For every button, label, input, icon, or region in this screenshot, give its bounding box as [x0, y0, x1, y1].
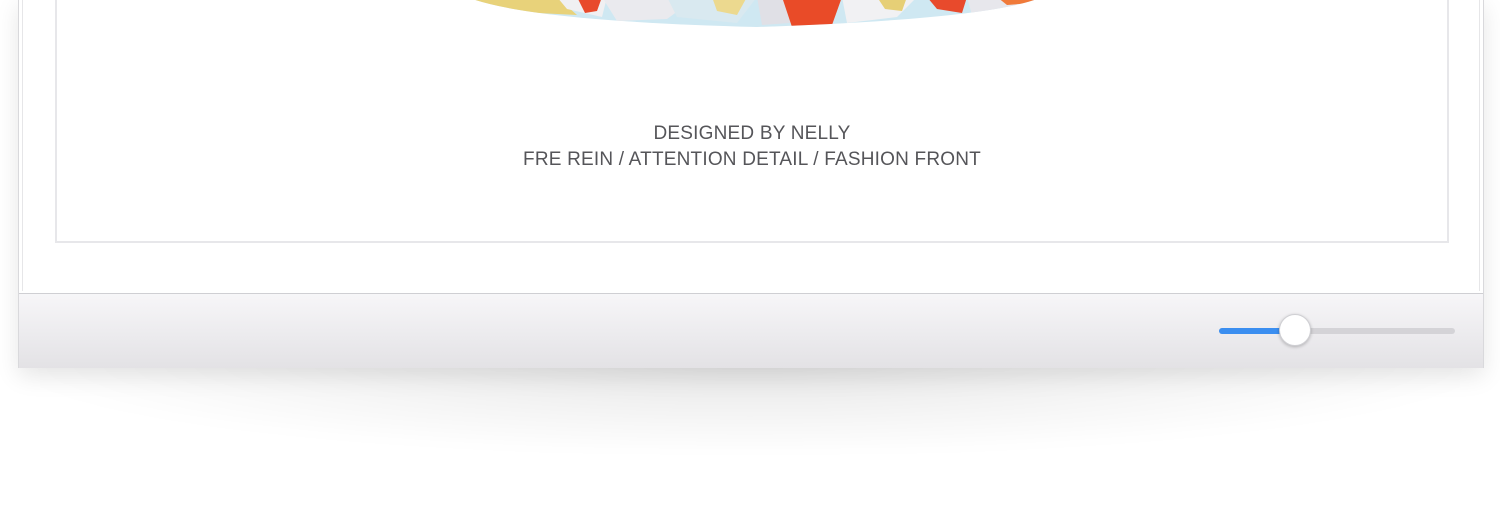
- app-stage: DESIGNED BY NELLY FRE REIN / ATTENTION D…: [0, 0, 1500, 525]
- artwork-image: [467, 0, 1042, 27]
- zoom-slider[interactable]: [1219, 312, 1457, 348]
- content-pane: DESIGNED BY NELLY FRE REIN / ATTENTION D…: [22, 0, 1480, 291]
- artwork-caption-title: DESIGNED BY NELLY: [653, 123, 851, 144]
- bottom-toolbar: [19, 293, 1483, 368]
- artwork-caption-subtitle: FRE REIN / ATTENTION DETAIL / FASHION FR…: [523, 149, 981, 170]
- zoom-slider-thumb[interactable]: [1279, 314, 1311, 346]
- app-window: DESIGNED BY NELLY FRE REIN / ATTENTION D…: [18, 0, 1484, 368]
- page-preview: DESIGNED BY NELLY FRE REIN / ATTENTION D…: [55, 0, 1449, 243]
